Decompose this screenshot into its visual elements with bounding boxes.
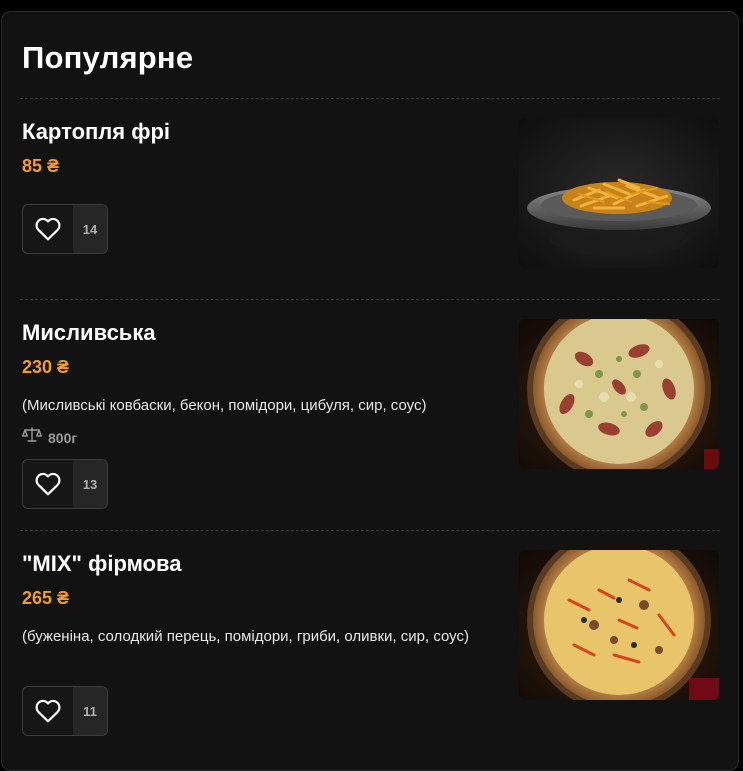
like-button[interactable]: 14 <box>22 204 108 254</box>
popular-section: Популярне Картопля фрі 85 ₴ 14 Мисливськ… <box>1 11 739 771</box>
menu-item-myslyvska[interactable]: Мисливська 230 ₴ (Мисливські ковбаски, б… <box>22 319 722 519</box>
item-weight: 800г <box>22 427 77 448</box>
fries-photo[interactable] <box>519 118 719 268</box>
like-count: 13 <box>73 460 107 508</box>
divider <box>20 98 720 99</box>
section-title: Популярне <box>22 40 194 75</box>
scale-icon <box>22 427 42 448</box>
weight-value: 800г <box>48 429 78 446</box>
like-button[interactable]: 11 <box>22 686 108 736</box>
divider <box>20 530 720 531</box>
item-price: 85 ₴ <box>22 156 60 176</box>
item-price: 265 ₴ <box>22 588 70 608</box>
like-button[interactable]: 13 <box>22 459 108 509</box>
divider <box>20 299 720 300</box>
item-name[interactable]: Картопля фрі <box>22 118 170 146</box>
like-count: 14 <box>73 205 107 253</box>
item-name[interactable]: Мисливська <box>22 319 156 347</box>
heart-icon[interactable] <box>23 687 73 735</box>
pizza-photo[interactable] <box>519 319 719 469</box>
item-price: 230 ₴ <box>22 357 70 377</box>
item-description: (буженіна, солодкий перець, помідори, гр… <box>22 628 469 645</box>
menu-item-mix[interactable]: "MIX" фірмова 265 ₴ (буженіна, солодкий … <box>22 550 722 750</box>
item-description: (Мисливські ковбаски, бекон, помідори, ц… <box>22 397 427 414</box>
item-name[interactable]: "MIX" фірмова <box>22 550 182 578</box>
pizza-photo[interactable] <box>519 550 719 700</box>
heart-icon[interactable] <box>23 460 73 508</box>
like-count: 11 <box>73 687 107 735</box>
menu-item-fries[interactable]: Картопля фрі 85 ₴ 14 <box>22 118 722 278</box>
heart-icon[interactable] <box>23 205 73 253</box>
